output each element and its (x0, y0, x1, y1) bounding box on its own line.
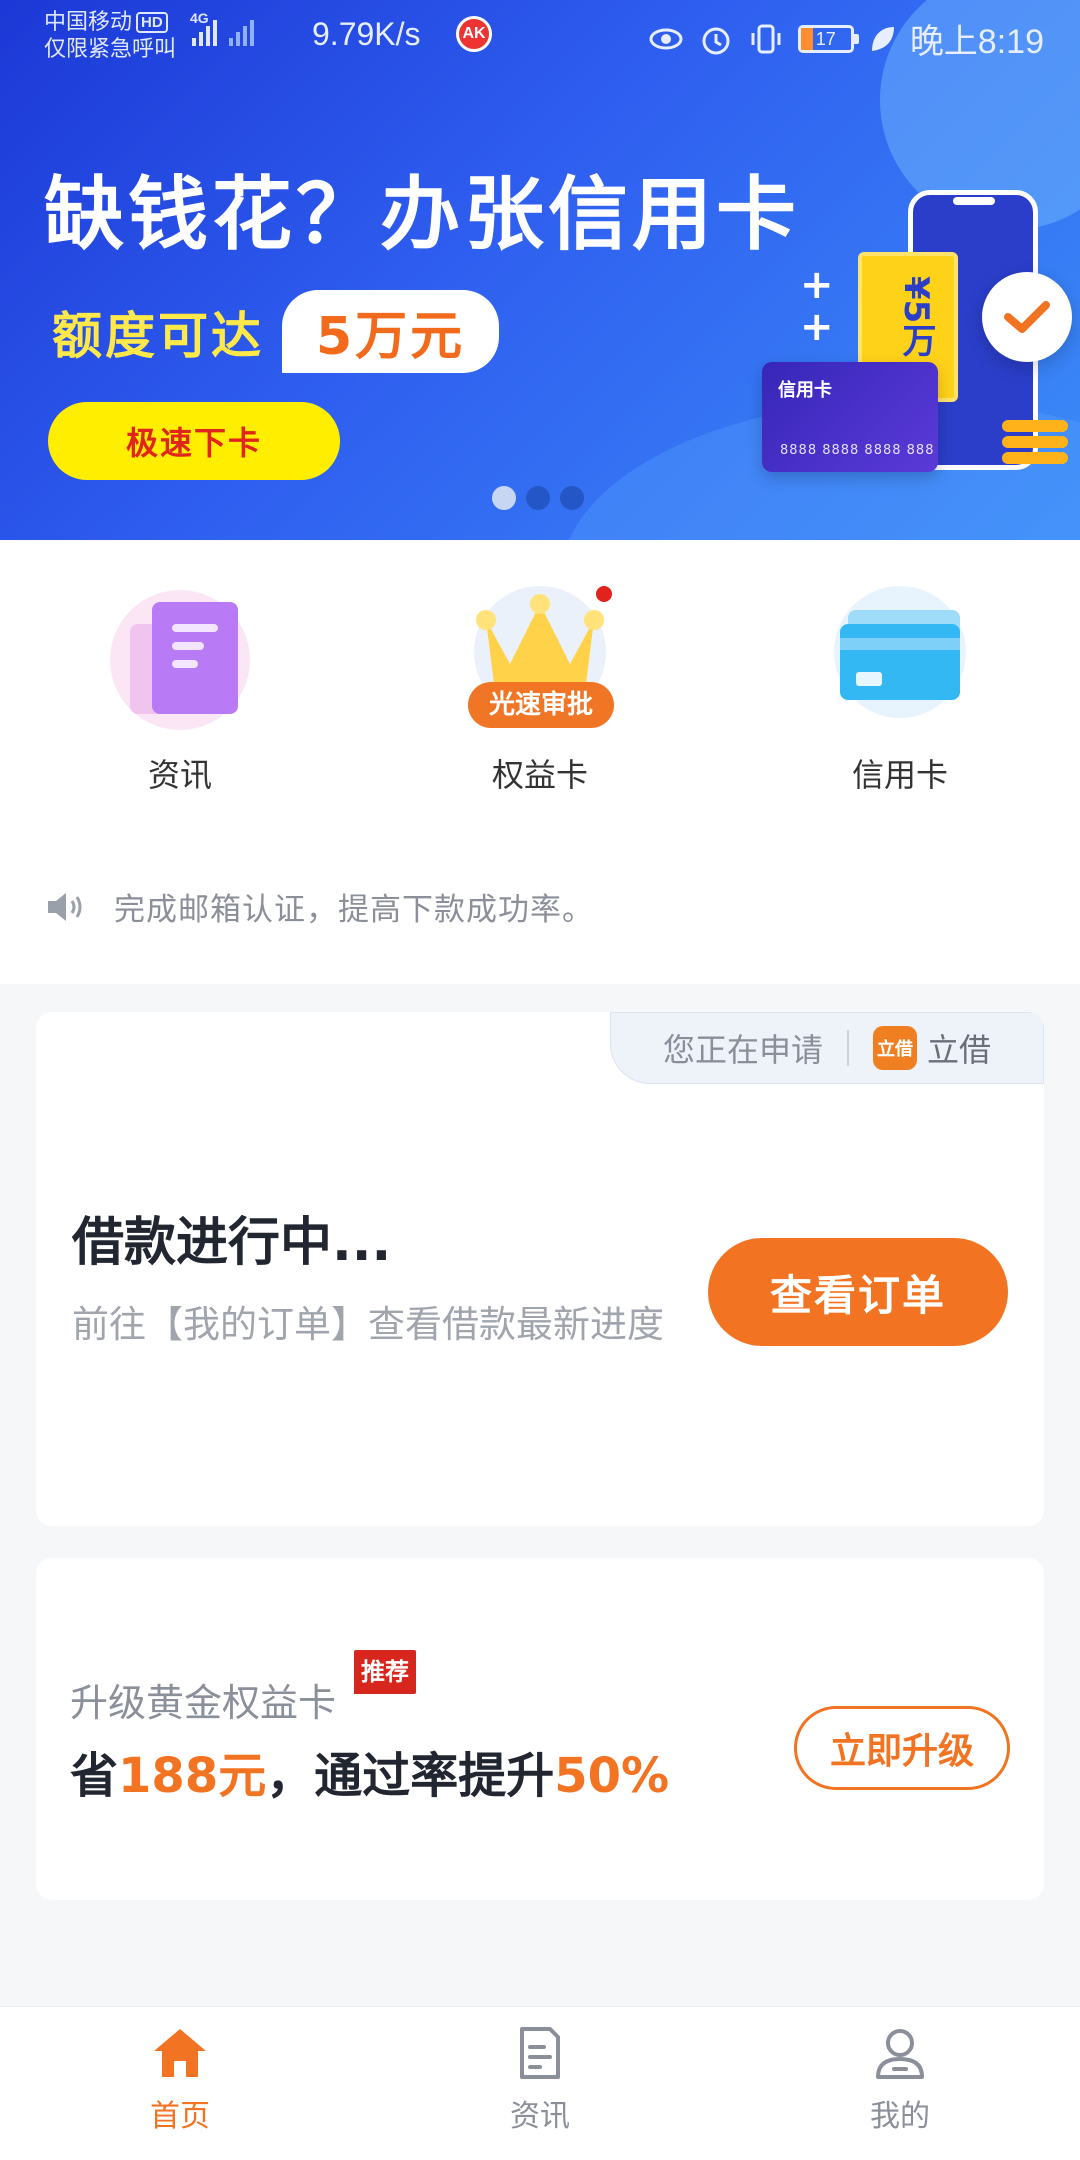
benefit-amount: 188元 (118, 1748, 267, 1804)
notification-app-icon: AK (456, 16, 492, 52)
quick-menu: 资讯 光速审批 权益卡 信用卡 完成邮箱认证，提高下款成功率。 (0, 540, 1080, 984)
app-name: 立借 (927, 1031, 992, 1069)
carrier-info: 中国移动 HD 仅限紧急呼叫 (44, 8, 176, 62)
speaker-icon (48, 892, 82, 921)
quick-card-button[interactable]: 极速下卡 (48, 402, 340, 480)
menu-item-label: 资讯 (147, 756, 212, 794)
credit-card-illustration: 信用卡 8888 8888 8888 888 (762, 362, 938, 472)
applying-label: 您正在申请 (662, 1031, 823, 1069)
benefit-rate: 50% (554, 1748, 670, 1804)
leaf-icon (871, 26, 894, 51)
eye-icon (649, 28, 683, 49)
battery-level: 17 (815, 28, 836, 49)
sparkle-icon: + (800, 304, 834, 350)
loan-status-card: 您正在申请 立借 立借 借款进行中... 前往【我的订单】查看借款最新进度 查看… (36, 1012, 1044, 1526)
nav-item-profile[interactable]: 我的 (800, 2025, 1000, 2149)
signal-bars-no-sim-icon (229, 16, 254, 46)
card-number: 8888 8888 8888 888 (780, 443, 935, 458)
divider (847, 1030, 849, 1066)
vibrate-icon (751, 24, 781, 53)
menu-item-credit-card[interactable]: 信用卡 (780, 580, 1020, 820)
credit-limit-amount: 5万元 (282, 290, 500, 373)
sparkle-icon: + (800, 262, 834, 308)
carrier-name: 中国移动 (44, 9, 133, 34)
emergency-only-text: 仅限紧急呼叫 (44, 36, 177, 61)
promo-banner[interactable]: 中国移动 HD 仅限紧急呼叫 4G 9.79K/s AK 17 晚上8:19 缺钱… (0, 0, 1080, 540)
hd-badge: HD (136, 12, 168, 33)
upgrade-label: 升级黄金权益卡 (70, 1681, 337, 1725)
notice-text: 完成邮箱认证，提高下款成功率。 (114, 892, 594, 928)
coins-illustration (1002, 420, 1068, 468)
recommend-badge: 推荐 (354, 1650, 416, 1694)
home-icon (154, 2029, 206, 2077)
nav-label: 首页 (150, 2099, 210, 2134)
credit-limit-label: 额度可达 (52, 306, 264, 365)
upgrade-card: 升级黄金权益卡 推荐 省188元，通过率提升50% 立即升级 (36, 1558, 1044, 1900)
nav-label: 资讯 (510, 2099, 570, 2134)
menu-item-label: 权益卡 (491, 756, 588, 794)
document-icon (100, 580, 260, 730)
network-type-label: 4G (190, 10, 209, 26)
status-right-icons: 17 晚上8:19 (648, 14, 1044, 63)
bottom-nav: 首页 资讯 我的 (0, 2006, 1080, 2160)
carousel-dot[interactable] (526, 486, 550, 510)
nav-item-news[interactable]: 资讯 (440, 2025, 640, 2149)
loan-status-subtitle: 前往【我的订单】查看借款最新进度 (72, 1303, 664, 1346)
notice-bar[interactable]: 完成邮箱认证，提高下款成功率。 (44, 884, 594, 929)
menu-item-news[interactable]: 资讯 (60, 580, 300, 820)
loan-status-title: 借款进行中... (72, 1213, 392, 1273)
alarm-icon (702, 27, 730, 54)
benefit-middle: ，通过率提升 (266, 1748, 555, 1804)
carousel-indicator (492, 486, 584, 510)
status-bar: 中国移动 HD 仅限紧急呼叫 4G 9.79K/s AK 17 晚上8:19 (0, 0, 1080, 70)
credit-card-icon (820, 580, 980, 730)
profile-icon (876, 2029, 924, 2079)
menu-item-label: 信用卡 (851, 756, 948, 794)
clock: 晚上8:19 (909, 23, 1044, 61)
menu-item-benefit-card[interactable]: 光速审批 权益卡 (420, 580, 660, 820)
signal-indicators: 4G (190, 10, 254, 46)
carousel-dot[interactable] (560, 486, 584, 510)
notification-dot (594, 584, 614, 604)
fast-approval-badge: 光速审批 (468, 682, 614, 728)
nav-label: 我的 (870, 2099, 930, 2134)
crown-icon: 光速审批 (460, 580, 620, 730)
card-title: 信用卡 (778, 380, 832, 401)
nav-item-home[interactable]: 首页 (80, 2025, 280, 2149)
banner-subtitle: 额度可达 5万元 (52, 290, 500, 373)
carousel-dot[interactable] (492, 486, 516, 510)
app-logo-icon: 立借 (873, 1026, 917, 1070)
news-icon (520, 2027, 560, 2079)
view-order-button[interactable]: 查看订单 (708, 1238, 1008, 1346)
battery-icon: 17 (797, 24, 859, 53)
net-speed: 9.79K/s (312, 16, 421, 52)
benefit-prefix: 省 (70, 1748, 119, 1804)
upgrade-now-button[interactable]: 立即升级 (794, 1706, 1010, 1790)
banner-title: 缺钱花？办张信用卡 (44, 168, 800, 261)
upgrade-benefit-text: 省188元，通过率提升50% (70, 1736, 669, 1806)
applying-tag: 您正在申请 立借 立借 (610, 1012, 1044, 1084)
checkmark-icon (982, 272, 1072, 362)
